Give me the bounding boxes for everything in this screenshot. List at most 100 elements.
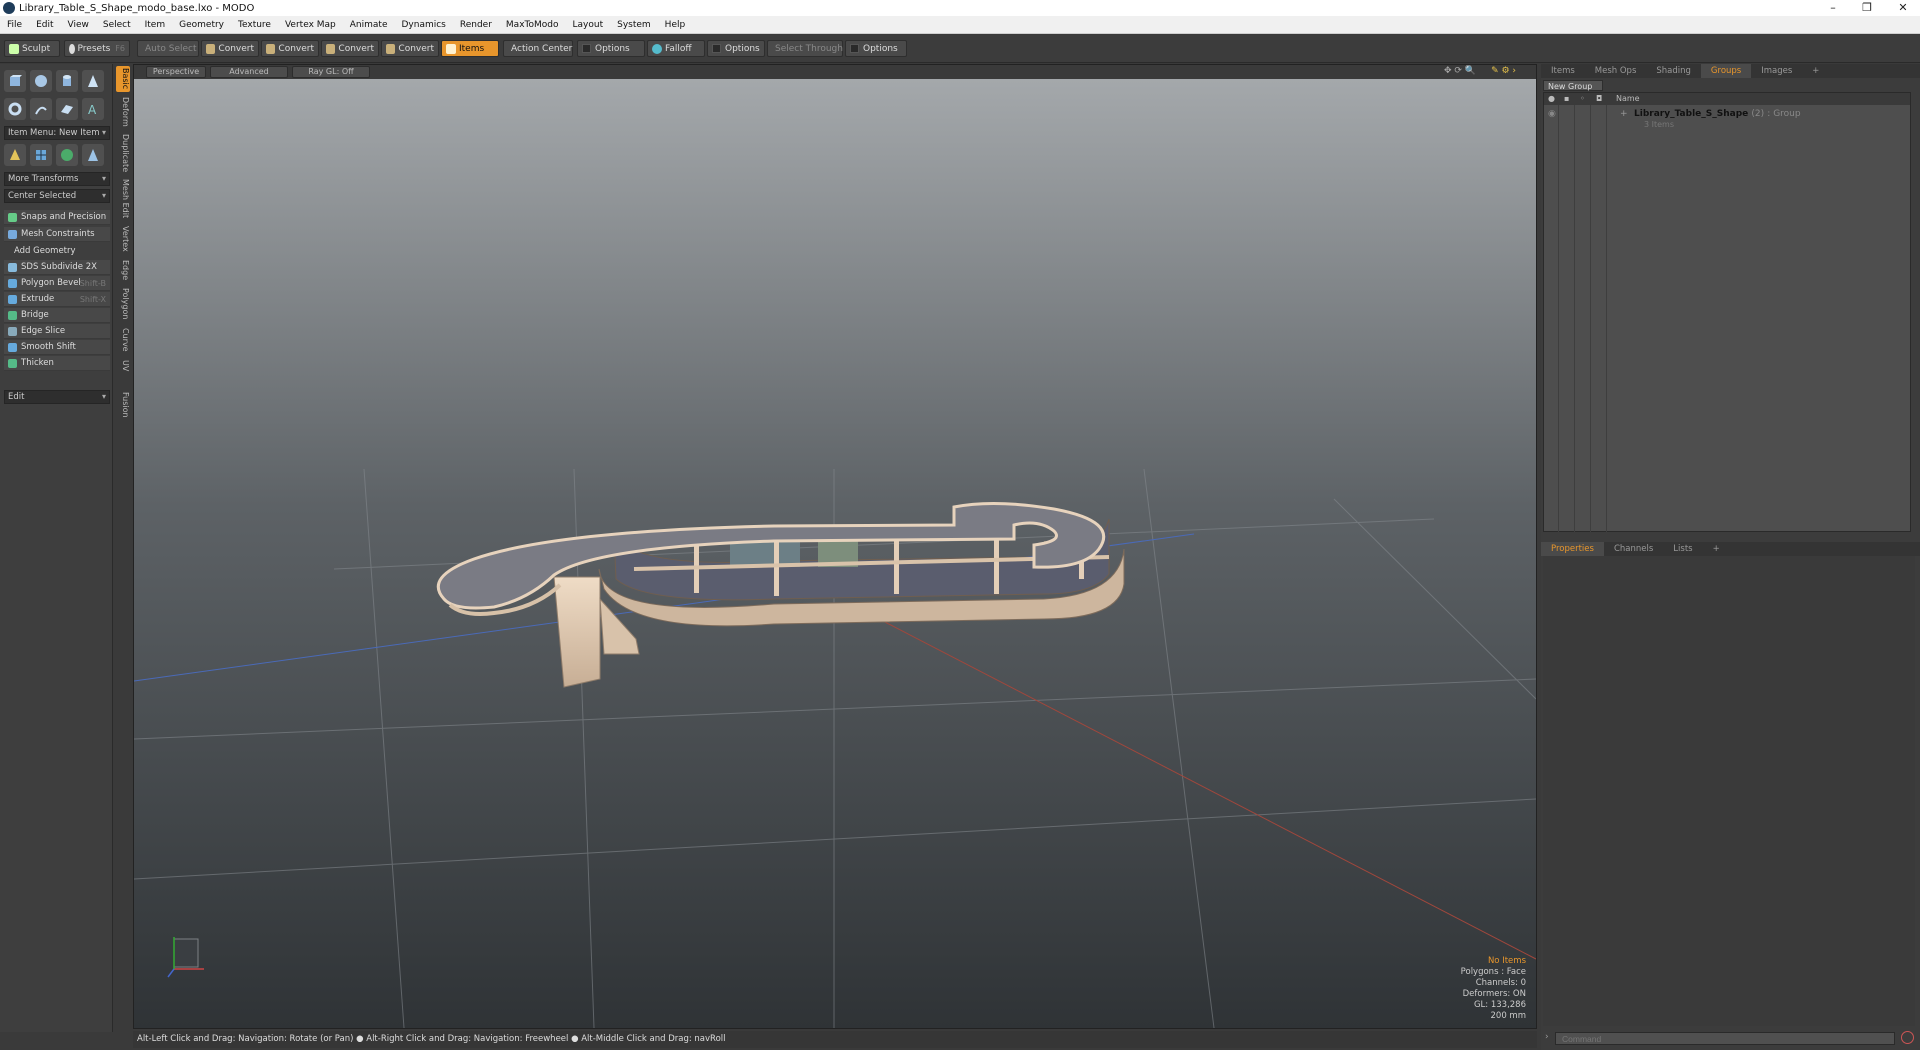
torus-icon[interactable] <box>4 98 26 120</box>
smooth-shift-button[interactable]: Smooth Shift <box>4 340 110 355</box>
lock-column-icon[interactable]: ▪ <box>1564 93 1569 105</box>
polygon-bevel-button[interactable]: Polygon Bevel Shift-B <box>4 276 110 291</box>
menu-edit[interactable]: Edit <box>29 20 60 30</box>
bridge-button[interactable]: Bridge <box>4 308 110 323</box>
convert-vertices-button[interactable]: Convert <box>201 40 259 57</box>
select-column-icon[interactable]: ◦ <box>1580 93 1585 105</box>
svg-text:A: A <box>88 103 97 116</box>
group-row[interactable]: Library_Table_S_Shape (2) : Group <box>1634 109 1801 119</box>
tab-deform[interactable]: Deform <box>116 96 130 128</box>
tab-mesh-edit[interactable]: Mesh Edit <box>116 178 130 220</box>
text-icon[interactable]: A <box>82 98 104 120</box>
convert-materials-button[interactable]: Convert <box>381 40 439 57</box>
globe-icon[interactable] <box>56 144 78 166</box>
convert-edges-button[interactable]: Convert <box>261 40 319 57</box>
tab-mesh-ops[interactable]: Mesh Ops <box>1585 64 1647 78</box>
cube-icon[interactable] <box>4 70 26 92</box>
expand-icon[interactable]: + <box>1620 109 1628 119</box>
render-column-icon[interactable]: ◘ <box>1596 93 1602 105</box>
shading-mode-button[interactable]: Advanced <box>210 66 288 78</box>
menu-render[interactable]: Render <box>453 20 499 30</box>
menu-maxtomodo[interactable]: MaxToModo <box>499 20 566 30</box>
add-tab-icon[interactable]: + <box>1802 64 1829 78</box>
viewport-settings-icon[interactable]: ✎ ⚙ › <box>1491 66 1516 76</box>
select-through-button[interactable]: Select Through <box>767 40 843 57</box>
cone-icon[interactable] <box>82 70 104 92</box>
subdivide-icon <box>8 263 17 272</box>
menu-geometry[interactable]: Geometry <box>172 20 231 30</box>
tab-properties[interactable]: Properties <box>1541 542 1604 556</box>
info-gl: GL: 133,286 <box>1473 1000 1526 1010</box>
command-history-icon[interactable] <box>1901 1031 1914 1044</box>
menu-system[interactable]: System <box>610 20 658 30</box>
sculpt-button[interactable]: Sculpt <box>4 40 60 57</box>
tab-polygon[interactable]: Polygon <box>116 286 130 322</box>
visibility-eye-icon[interactable]: ◉ <box>1548 109 1556 119</box>
action-center-options-button[interactable]: Options <box>577 40 645 57</box>
menu-item[interactable]: Item <box>138 20 173 30</box>
items-mode-button[interactable]: Items <box>441 40 499 57</box>
command-input[interactable] <box>1555 1032 1895 1045</box>
thicken-button[interactable]: Thicken <box>4 356 110 371</box>
tab-duplicate[interactable]: Duplicate <box>116 132 130 174</box>
falloff-button[interactable]: Falloff <box>647 40 705 57</box>
raygl-button[interactable]: Ray GL: Off <box>292 66 370 78</box>
tab-uv[interactable]: UV <box>116 358 130 374</box>
close-icon[interactable]: ✕ <box>1888 0 1918 16</box>
menu-file[interactable]: File <box>0 20 29 30</box>
tab-lists[interactable]: Lists <box>1663 542 1702 556</box>
snaps-and-precision-button[interactable]: Snaps and Precision <box>4 210 110 225</box>
tab-images[interactable]: Images <box>1751 64 1802 78</box>
3d-viewport[interactable]: Perspective Advanced Ray GL: Off ✥ ⟳ 🔍 ✎… <box>133 64 1537 1029</box>
edge-slice-button[interactable]: Edge Slice <box>4 324 110 339</box>
menu-dynamics[interactable]: Dynamics <box>394 20 452 30</box>
convert-polygons-button[interactable]: Convert <box>321 40 379 57</box>
menu-texture[interactable]: Texture <box>231 20 278 30</box>
new-group-button[interactable]: New Group <box>1543 80 1603 91</box>
edit-dropdown[interactable]: Edit <box>4 390 110 404</box>
eye-column-icon[interactable]: ● <box>1548 93 1555 105</box>
polygon-cube-icon <box>326 43 336 54</box>
tab-vertex[interactable]: Vertex <box>116 224 130 254</box>
more-transforms-dropdown[interactable]: More Transforms <box>4 172 110 186</box>
presets-button[interactable]: Presets F6 <box>64 40 130 57</box>
sphere-icon[interactable] <box>30 70 52 92</box>
sds-subdivide-button[interactable]: SDS Subdivide 2X <box>4 260 110 275</box>
item-menu-dropdown[interactable]: Item Menu: New Item <box>4 126 110 140</box>
cylinder-icon[interactable] <box>56 70 78 92</box>
menu-select[interactable]: Select <box>96 20 138 30</box>
minimize-icon[interactable]: – <box>1818 0 1848 16</box>
tab-channels[interactable]: Channels <box>1604 542 1663 556</box>
viewport-canvas[interactable] <box>134 79 1536 1028</box>
menu-layout[interactable]: Layout <box>566 20 611 30</box>
tab-edge[interactable]: Edge <box>116 258 130 282</box>
pen-icon[interactable] <box>30 98 52 120</box>
menu-animate[interactable]: Animate <box>343 20 395 30</box>
menu-vertex-map[interactable]: Vertex Map <box>278 20 343 30</box>
view-type-button[interactable]: Perspective <box>146 66 206 78</box>
restore-icon[interactable]: ❐ <box>1852 0 1882 16</box>
auto-select-button[interactable]: Auto Select <box>137 40 199 57</box>
scale-icon[interactable] <box>82 144 104 166</box>
select-options-button[interactable]: Options <box>845 40 907 57</box>
move-icon[interactable] <box>4 144 26 166</box>
name-column-header[interactable]: Name <box>1616 93 1640 105</box>
tab-groups[interactable]: Groups <box>1700 64 1752 78</box>
add-geometry-header[interactable]: Add Geometry <box>4 244 110 258</box>
falloff-options-button[interactable]: Options <box>707 40 765 57</box>
action-center-button[interactable]: Action Center <box>503 40 573 57</box>
menu-help[interactable]: Help <box>658 20 693 30</box>
add-tab-icon[interactable]: + <box>1703 542 1730 556</box>
extrude-button[interactable]: Extrude Shift-X <box>4 292 110 307</box>
plane-icon[interactable] <box>56 98 78 120</box>
tab-curve[interactable]: Curve <box>116 326 130 354</box>
mesh-constraints-button[interactable]: Mesh Constraints <box>4 227 110 242</box>
tab-basic[interactable]: Basic <box>116 66 130 92</box>
tab-items[interactable]: Items <box>1541 64 1585 78</box>
viewport-nav-icons[interactable]: ✥ ⟳ 🔍 <box>1444 66 1476 76</box>
grid-icon[interactable] <box>30 144 52 166</box>
center-selected-dropdown[interactable]: Center Selected <box>4 189 110 203</box>
tab-shading[interactable]: Shading <box>1646 64 1701 78</box>
tab-fusion[interactable]: Fusion <box>116 390 130 420</box>
menu-view[interactable]: View <box>61 20 96 30</box>
